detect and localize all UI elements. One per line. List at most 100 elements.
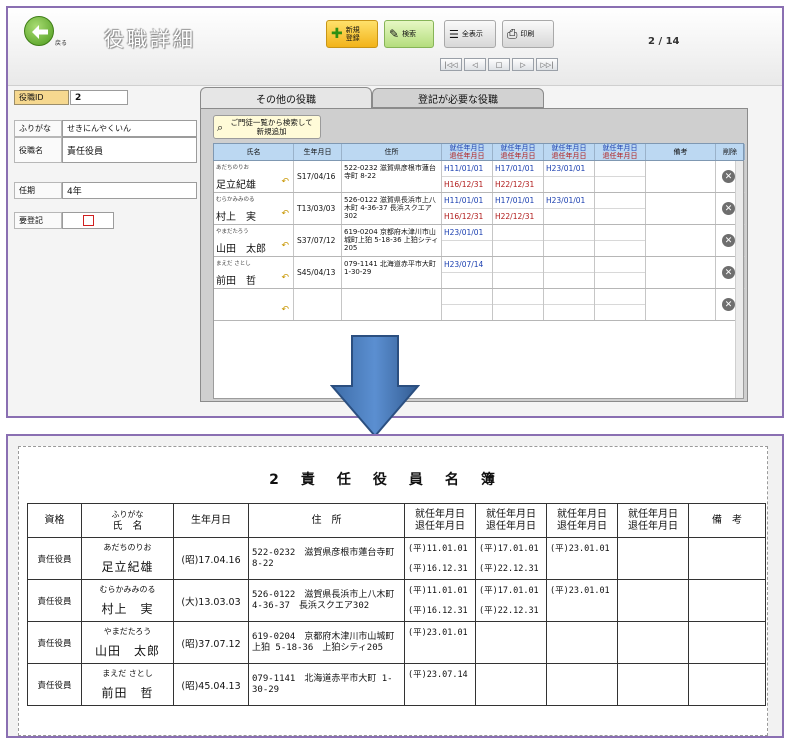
grid-cell-period[interactable]: H17/01/01 H22/12/31 xyxy=(493,193,544,224)
grid-cell-address[interactable]: 619-0204 京都府木津川市山城町上狛 5-18-36 上狛シティ205 xyxy=(342,225,442,256)
lookup-icon[interactable]: ↶ xyxy=(281,273,289,283)
report-cell-period xyxy=(546,621,618,664)
grid-cell-period[interactable] xyxy=(493,225,544,256)
grid-cell-name[interactable]: むらかみみのる 村上 実 ↶ xyxy=(214,193,294,224)
lookup-icon[interactable]: ↶ xyxy=(281,209,289,219)
delete-icon[interactable]: ✕ xyxy=(722,234,735,247)
grid-cell-name[interactable]: あだちのりお 足立紀雄 ↶ xyxy=(214,161,294,192)
grid-cell-dob[interactable] xyxy=(294,289,342,320)
new-record-button[interactable]: ✚ 新規 登録 xyxy=(326,20,378,48)
grid-cell-period[interactable] xyxy=(595,161,646,192)
grid-cell-dob[interactable]: S17/04/16 xyxy=(294,161,342,192)
delete-icon[interactable]: ✕ xyxy=(722,298,735,311)
report-header-rank: 資格 xyxy=(27,503,82,538)
grid-cell-note[interactable] xyxy=(646,225,716,256)
first-record-button[interactable]: |◁◁ xyxy=(440,58,462,71)
grid-cell-name[interactable]: やまだたろう 山田 太郎 ↶ xyxy=(214,225,294,256)
grid-cell-note[interactable] xyxy=(646,161,716,192)
report-cell-period xyxy=(617,621,689,664)
tab-registered-positions[interactable]: 登記が必要な役職 xyxy=(372,88,544,108)
lookup-icon[interactable]: ↶ xyxy=(281,241,289,251)
search-add-button[interactable]: ⌕ ご門徒一覧から検索して 新規追加 xyxy=(213,115,321,139)
grid-cell-period[interactable] xyxy=(493,257,544,288)
grid-cell-period[interactable] xyxy=(544,257,595,288)
grid-cell-name[interactable]: まえだ さとし 前田 哲 ↶ xyxy=(214,257,294,288)
grid-cell-period[interactable]: H23/01/01 xyxy=(544,161,595,192)
grid-cell-dob[interactable]: S37/07/12 xyxy=(294,225,342,256)
last-record-button[interactable]: ▷▷| xyxy=(536,58,558,71)
name-kana: むらかみみのる xyxy=(216,197,255,203)
grid-cell-address[interactable]: 526-0122 滋賀県長浜市上八木町 4-36-37 長浜スクエア302 xyxy=(342,193,442,224)
furigana-field[interactable]: せきにんやくいん xyxy=(62,120,197,137)
name-kanji: 山田 太郎 xyxy=(216,244,266,255)
report-cell-note xyxy=(688,621,766,664)
grid-row[interactable]: ↶ ✕ xyxy=(214,289,745,321)
list-icon: ☰ xyxy=(449,27,459,41)
grid-cell-name[interactable]: ↶ xyxy=(214,289,294,320)
grid-row[interactable]: あだちのりお 足立紀雄 ↶ S17/04/16 522-0232 滋賀県彦根市蓮台寺町 … xyxy=(214,161,745,193)
grid-cell-note[interactable] xyxy=(646,289,716,320)
grid-cell-period[interactable] xyxy=(595,193,646,224)
delete-icon[interactable]: ✕ xyxy=(722,170,735,183)
name-kana: あだちのりお xyxy=(216,165,250,171)
report-cell-period xyxy=(475,621,547,664)
new-blank-record-button[interactable]: □ xyxy=(488,58,510,71)
report-cell-period xyxy=(546,663,618,706)
report-cell-period: (平)11.01.01 (平)16.12.31 xyxy=(404,537,476,580)
report-cell-address: 079-1141 北海道赤平市大町 1-30-29 xyxy=(248,663,405,706)
grid-cell-period[interactable] xyxy=(544,225,595,256)
report-header-name: ふりがな 氏 名 xyxy=(81,503,174,538)
furigana-label: ふりがな xyxy=(14,120,62,137)
report-header-period-4: 就任年月日 退任年月日 xyxy=(617,503,689,538)
next-record-button[interactable]: ▷ xyxy=(512,58,534,71)
report-cell-period xyxy=(617,537,689,580)
grid-cell-period[interactable]: H23/01/01 xyxy=(442,225,493,256)
registration-label: 要登記 xyxy=(14,212,62,229)
grid-cell-period[interactable] xyxy=(442,289,493,320)
registration-checkbox[interactable] xyxy=(82,215,94,226)
lookup-icon[interactable]: ↶ xyxy=(281,177,289,187)
print-button[interactable]: ⎙ 印刷 xyxy=(502,20,554,48)
grid-cell-period[interactable] xyxy=(493,289,544,320)
report-row: 責任役員 むらかみみのる 村上 実 (大)13.03.03 526-0122 滋賀県長浜… xyxy=(27,579,766,622)
grid-cell-period[interactable] xyxy=(595,225,646,256)
grid-cell-period[interactable] xyxy=(595,289,646,320)
grid-cell-address[interactable]: 522-0232 滋賀県彦根市蓮台寺町 8-22 xyxy=(342,161,442,192)
grid-cell-period[interactable] xyxy=(544,289,595,320)
search-button[interactable]: ✎ 検索 xyxy=(384,20,434,48)
grid-cell-period[interactable]: H11/01/01 H16/12/31 xyxy=(442,161,493,192)
report-table: 資格 ふりがな 氏 名 生年月日 住 所 就任年月日 退任年月日 就任年月日 退任年… xyxy=(27,503,766,706)
report-cell-note xyxy=(688,579,766,622)
grid-row[interactable]: やまだたろう 山田 太郎 ↶ S37/07/12 619-0204 京都府木津川市山城町… xyxy=(214,225,745,257)
grid-cell-period[interactable] xyxy=(595,257,646,288)
report-cell-period: (平)23.07.14 xyxy=(404,663,476,706)
show-all-button[interactable]: ☰ 全表示 xyxy=(444,20,496,48)
delete-icon[interactable]: ✕ xyxy=(722,202,735,215)
delete-icon[interactable]: ✕ xyxy=(722,266,735,279)
back-button[interactable] xyxy=(24,16,54,46)
term-field[interactable]: 4年 xyxy=(62,182,197,199)
grid-cell-period[interactable]: H23/07/14 xyxy=(442,257,493,288)
grid-cell-period[interactable]: H11/01/01 H16/12/31 xyxy=(442,193,493,224)
grid-row[interactable]: むらかみみのる 村上 実 ↶ T13/03/03 526-0122 滋賀県長浜市上八木町… xyxy=(214,193,745,225)
back-label: 戻る xyxy=(55,40,68,47)
grid-cell-dob[interactable]: S45/04/13 xyxy=(294,257,342,288)
report-cell-period: (平)23.01.01 xyxy=(546,579,618,622)
id-field[interactable]: 2 xyxy=(70,90,128,105)
report-header-note: 備 考 xyxy=(688,503,766,538)
grid-cell-note[interactable] xyxy=(646,193,716,224)
grid-cell-address[interactable] xyxy=(342,289,442,320)
grid-cell-dob[interactable]: T13/03/03 xyxy=(294,193,342,224)
tab-other-positions[interactable]: その他の役職 xyxy=(200,87,372,109)
term-label: 任期 xyxy=(14,182,62,199)
prev-record-button[interactable]: ◁ xyxy=(464,58,486,71)
lookup-icon[interactable]: ↶ xyxy=(281,305,289,315)
grid-scrollbar[interactable] xyxy=(735,161,743,398)
grid-cell-note[interactable] xyxy=(646,257,716,288)
grid-row[interactable]: まえだ さとし 前田 哲 ↶ S45/04/13 079-1141 北海道赤平市大町 1… xyxy=(214,257,745,289)
report-cell-period: (平)23.01.01 xyxy=(404,621,476,664)
grid-cell-period[interactable]: H17/01/01 H22/12/31 xyxy=(493,161,544,192)
position-name-field[interactable]: 責任役員 xyxy=(62,137,197,163)
grid-cell-period[interactable]: H23/01/01 xyxy=(544,193,595,224)
grid-cell-address[interactable]: 079-1141 北海道赤平市大町 1-30-29 xyxy=(342,257,442,288)
